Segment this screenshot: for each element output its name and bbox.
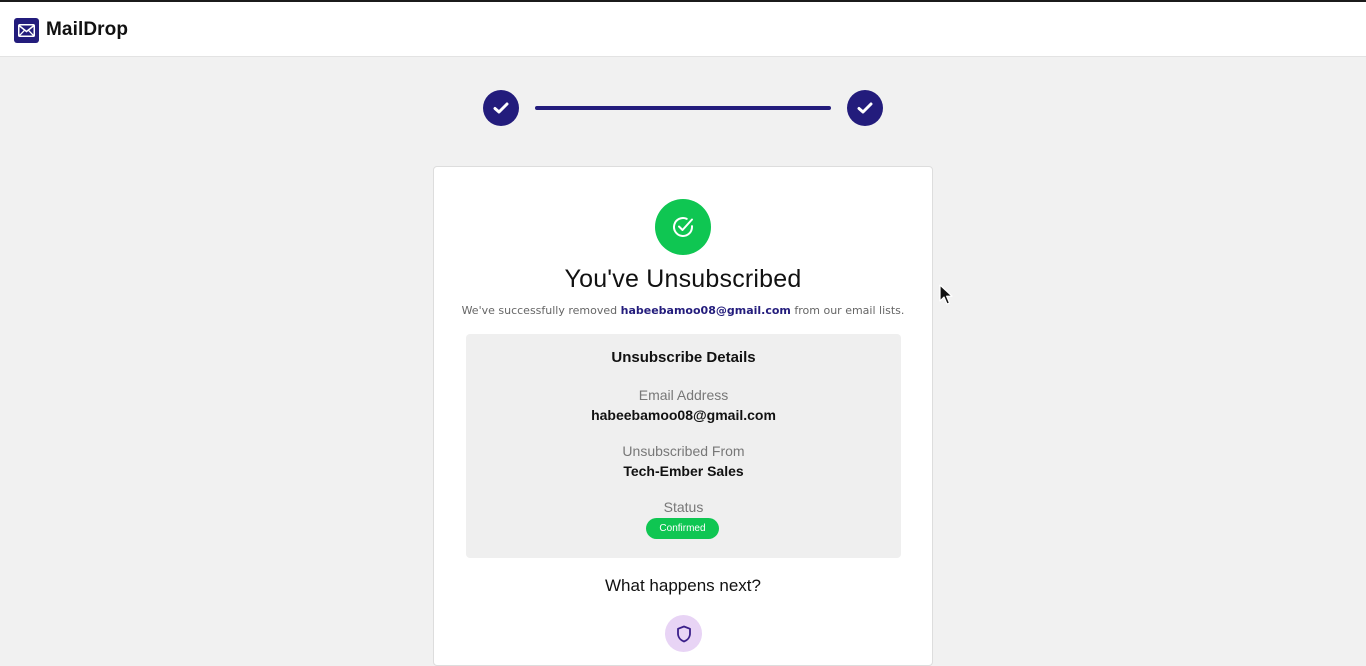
check-icon xyxy=(857,102,873,114)
step-connector xyxy=(535,106,831,110)
email-label: Email Address xyxy=(638,387,729,403)
message-prefix: We've successfully removed xyxy=(461,304,618,317)
unsubscribe-card: You've Unsubscribed We've successfully r… xyxy=(433,166,933,666)
confirmation-message: We've successfully removed habeebamoo08@… xyxy=(434,304,932,317)
page-title: You've Unsubscribed xyxy=(564,265,802,293)
next-steps-title: What happens next? xyxy=(605,576,761,595)
status-badge: Confirmed xyxy=(646,518,719,539)
status-label: Status xyxy=(663,499,704,515)
step-1-complete xyxy=(483,90,519,126)
step-2-complete xyxy=(847,90,883,126)
shield-icon xyxy=(665,615,702,652)
unsubscribed-from-value: Tech-Ember Sales xyxy=(623,463,744,479)
unsubscribed-from-label: Unsubscribed From xyxy=(622,443,745,459)
check-icon xyxy=(493,102,509,114)
check-circle-icon xyxy=(655,199,711,255)
message-email: habeebamoo08@gmail.com xyxy=(620,304,791,317)
brand-name: MailDrop xyxy=(46,19,129,40)
message-suffix: from our email lists. xyxy=(794,304,905,317)
details-title: Unsubscribe Details xyxy=(611,349,756,366)
mail-icon xyxy=(14,17,39,43)
email-value: habeebamoo08@gmail.com xyxy=(591,407,776,423)
top-navbar: MailDrop xyxy=(0,0,1366,57)
unsubscribe-details-panel: Unsubscribe Details Email Address habeeb… xyxy=(466,334,901,558)
mouse-pointer-icon xyxy=(939,284,953,311)
brand-logo-link[interactable]: MailDrop xyxy=(14,17,128,43)
